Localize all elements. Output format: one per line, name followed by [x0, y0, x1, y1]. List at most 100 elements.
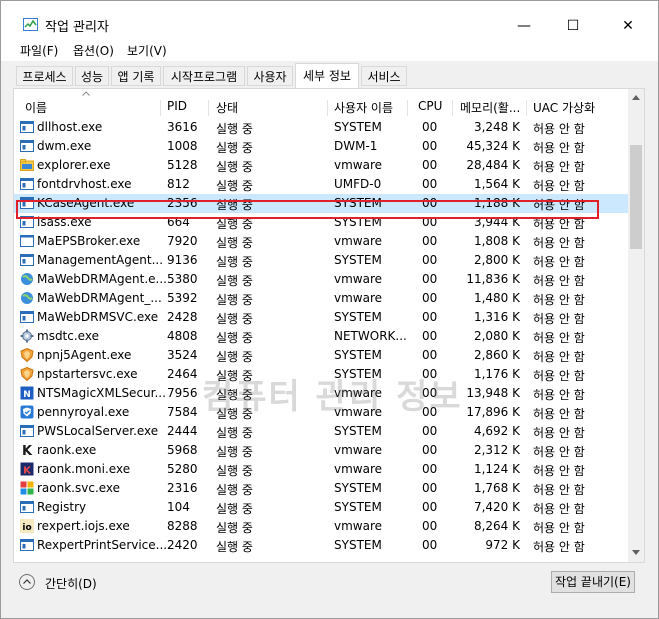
end-task-button[interactable]: 작업 끝내기(E): [551, 571, 635, 593]
col-uac[interactable]: UAC 가상화: [533, 99, 595, 116]
menu-view[interactable]: 보기(V): [127, 42, 167, 59]
process-name: MaWebDRMSVC.exe: [37, 310, 159, 324]
process-pid: 7584: [167, 405, 198, 419]
process-name: dllhost.exe: [37, 120, 103, 134]
table-row[interactable]: ManagementAgent... 9136 실행 중 SYSTEM 00 2,800 …: [14, 251, 628, 270]
process-name: explorer.exe: [37, 158, 111, 172]
table-row[interactable]: MaWebDRMAgent.e... 5380 실행 중 vmware 00 11,836…: [14, 270, 628, 289]
process-name: PWSLocalServer.exe: [37, 424, 159, 438]
table-row[interactable]: msdtc.exe 4808 실행 중 NETWORK... 00 2,080 K 허용 안…: [14, 327, 628, 346]
table-row[interactable]: npnj5Agent.exe 3524 실행 중 SYSTEM 00 2,860 K 허용 …: [14, 346, 628, 365]
io-icon: io: [20, 519, 34, 533]
table-row[interactable]: RexpertPrintService.... 2420 실행 중 SYSTEM 00 9…: [14, 536, 628, 555]
table-row[interactable]: Kraonk.exe 5968 실행 중 vmware 00 2,312 K 허용 안 함: [14, 441, 628, 460]
table-row[interactable]: raonk.svc.exe 2316 실행 중 SYSTEM 00 1,768 K 허용 안…: [14, 479, 628, 498]
col-divider[interactable]: [208, 100, 209, 116]
minimize-button[interactable]: —: [501, 11, 547, 41]
process-pid: 2420: [167, 538, 198, 552]
process-name: MaEPSBroker.exe: [37, 234, 141, 248]
maximize-button[interactable]: ☐: [550, 11, 596, 41]
col-divider[interactable]: [407, 100, 408, 116]
scroll-down-icon[interactable]: [632, 550, 640, 555]
window-icon: [20, 178, 34, 190]
window-icon: [20, 254, 34, 266]
col-divider[interactable]: [526, 100, 527, 116]
process-pid: 812: [167, 177, 190, 191]
svg-text:K: K: [23, 466, 32, 477]
tab-details[interactable]: 세부 정보: [295, 63, 359, 88]
table-row[interactable]: MaEPSBroker.exe 7920 실행 중 vmware 00 1,808 K 허용…: [14, 232, 628, 251]
process-name: msdtc.exe: [37, 329, 99, 343]
process-status: 실행 중: [216, 141, 253, 155]
process-name: NTSMagicXMLSecur...: [37, 386, 166, 400]
process-memory: 1,564 K: [473, 177, 520, 191]
process-pid: 5280: [167, 462, 198, 476]
process-status: 실행 중: [216, 350, 253, 364]
process-user: UMFD-0: [334, 177, 382, 191]
process-pid: 8288: [167, 519, 198, 533]
table-row[interactable]: dwm.exe 1008 실행 중 DWM-1 00 45,324 K 허용 안 함: [14, 137, 628, 156]
col-user[interactable]: 사용자 이름: [334, 99, 393, 116]
process-memory: 8,264 K: [473, 519, 520, 533]
process-pid: 5380: [167, 272, 198, 286]
watermark-text: 컴퓨터 관리 정보: [202, 377, 463, 417]
process-status: 실행 중: [216, 293, 253, 307]
table-row[interactable]: dllhost.exe 3616 실행 중 SYSTEM 00 3,248 K 허용 안 함: [14, 118, 628, 137]
menu-file[interactable]: 파일(F): [20, 42, 58, 59]
table-row[interactable]: io rexpert.iojs.exe 8288 실행 중 vmware 00 8,264 …: [14, 517, 628, 536]
process-pid: 5968: [167, 443, 198, 457]
process-user: vmware: [334, 272, 383, 286]
col-pid[interactable]: PID: [167, 99, 187, 116]
process-pid: 7920: [167, 234, 198, 248]
scroll-thumb[interactable]: [630, 145, 642, 249]
process-pid: 3524: [167, 348, 198, 362]
process-uac: 허용 안 함: [533, 331, 585, 345]
table-row[interactable]: explorer.exe 5128 실행 중 vmware 00 28,484 K 허용 안…: [14, 156, 628, 175]
col-status[interactable]: 상태: [216, 99, 238, 116]
sort-up-icon: [82, 91, 90, 96]
col-cpu[interactable]: CPU: [418, 99, 442, 116]
process-cpu: 00: [422, 329, 438, 343]
fewer-details-link[interactable]: 간단히(D): [45, 575, 97, 592]
table-row[interactable]: Registry 104 실행 중 SYSTEM 00 7,420 K 허용 안 함: [14, 498, 628, 517]
close-button[interactable]: ✕: [605, 11, 651, 41]
process-cpu: 00: [422, 272, 438, 286]
col-divider[interactable]: [327, 100, 328, 116]
process-status: 실행 중: [216, 255, 253, 269]
process-name: MaWebDRMAgent_...: [37, 291, 162, 305]
process-pid: 2428: [167, 310, 198, 324]
tab-services[interactable]: 서비스: [361, 66, 407, 86]
table-row[interactable]: MaWebDRMAgent_... 5392 실행 중 vmware 00 1,480 K…: [14, 289, 628, 308]
table-row[interactable]: PWSLocalServer.exe 2444 실행 중 SYSTEM 00 4,692 …: [14, 422, 628, 441]
process-cpu: 00: [422, 139, 438, 153]
process-user: NETWORK...: [334, 329, 407, 343]
process-cpu: 00: [422, 253, 438, 267]
tab-startup[interactable]: 시작프로그램: [163, 66, 245, 86]
svg-text:io: io: [22, 523, 31, 533]
process-name: dwm.exe: [37, 139, 92, 153]
process-name: RexpertPrintService....: [37, 538, 171, 552]
menu-options[interactable]: 옵션(O): [73, 42, 114, 59]
process-user: DWM-1: [334, 139, 378, 153]
tab-app-history[interactable]: 앱 기록: [111, 66, 161, 86]
col-divider[interactable]: [452, 100, 453, 116]
table-row[interactable]: fontdrvhost.exe 812 실행 중 UMFD-0 00 1,564 K 허용 …: [14, 175, 628, 194]
tab-processes[interactable]: 프로세스: [16, 66, 73, 86]
vertical-scrollbar[interactable]: [628, 89, 644, 562]
process-cpu: 00: [422, 462, 438, 476]
process-memory: 1,316 K: [473, 310, 520, 324]
scroll-up-icon[interactable]: [632, 95, 640, 100]
tab-performance[interactable]: 성능: [75, 66, 109, 86]
col-divider[interactable]: [160, 100, 161, 116]
collapse-chevron-icon[interactable]: [19, 574, 35, 590]
process-uac: 허용 안 함: [533, 369, 585, 383]
table-row[interactable]: Kraonk.moni.exe 5280 실행 중 vmware 00 1,124 K 허용…: [14, 460, 628, 479]
process-cpu: 00: [422, 348, 438, 362]
col-memory[interactable]: 메모리(활...: [460, 99, 520, 116]
gear-icon: [20, 329, 34, 343]
table-row[interactable]: MaWebDRMSVC.exe 2428 실행 중 SYSTEM 00 1,316 K 허용…: [14, 308, 628, 327]
process-memory: 1,768 K: [473, 481, 520, 495]
process-memory: 1,176 K: [473, 367, 520, 381]
col-name[interactable]: 이름: [25, 99, 47, 116]
tab-users[interactable]: 사용자: [247, 66, 293, 86]
